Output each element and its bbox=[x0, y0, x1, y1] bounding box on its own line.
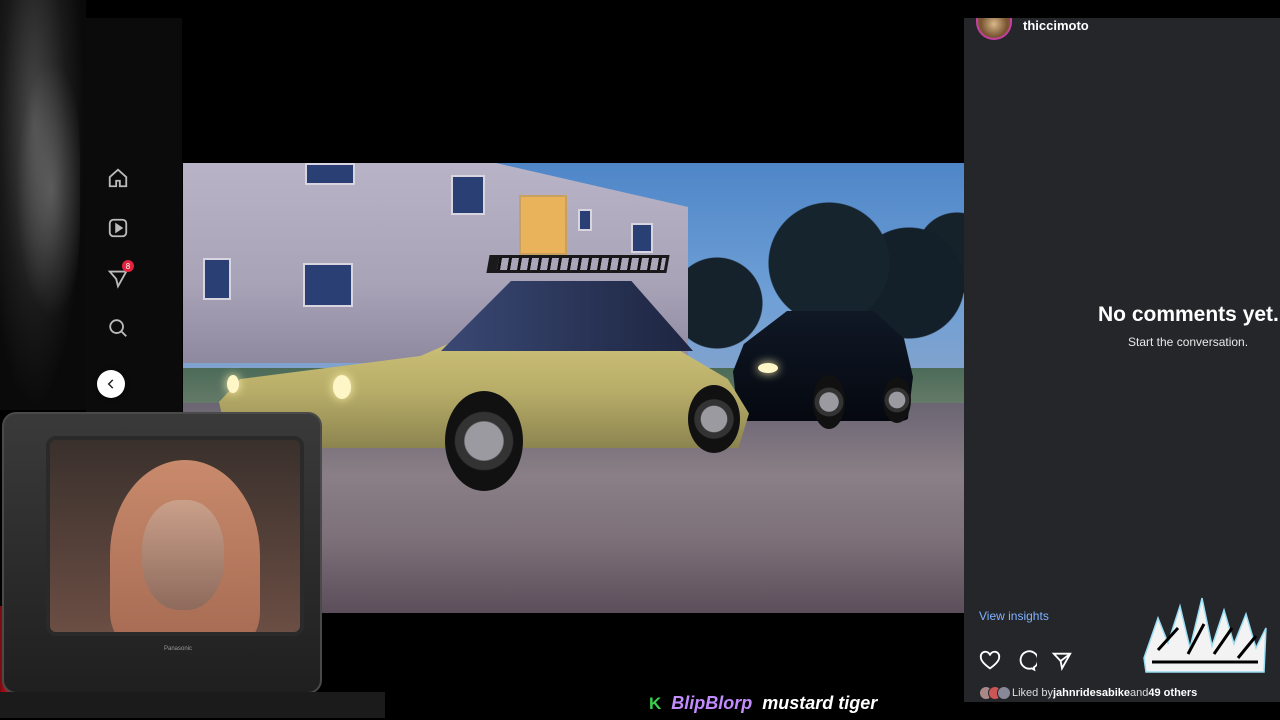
tv-brand: Panasonic bbox=[164, 646, 193, 652]
webcam-face bbox=[142, 500, 224, 610]
comment-icon bbox=[1019, 650, 1039, 672]
like-button[interactable] bbox=[979, 650, 1001, 672]
likes-summary[interactable]: Liked by jahnridesabike and 49 others bbox=[979, 686, 1197, 700]
photo-headlight bbox=[333, 375, 351, 399]
chevron-left-icon bbox=[107, 379, 114, 389]
liked-by-and: and bbox=[1130, 687, 1149, 699]
stream-logo bbox=[1138, 588, 1272, 688]
direct-icon[interactable]: 8 bbox=[106, 260, 134, 290]
photo-window bbox=[631, 223, 653, 253]
home-icon[interactable] bbox=[106, 166, 130, 190]
tv-base bbox=[0, 692, 385, 718]
photo-window bbox=[578, 209, 592, 231]
chat-message: K BlipBlorp mustard tiger bbox=[649, 693, 877, 714]
background-blur bbox=[0, 0, 86, 410]
photo-wheel bbox=[688, 385, 740, 453]
photo-window bbox=[305, 163, 355, 185]
comment-button[interactable] bbox=[1015, 650, 1039, 672]
avatar[interactable] bbox=[976, 18, 1012, 40]
empty-comments-title: No comments yet. bbox=[1098, 303, 1279, 326]
empty-comments-subtitle: Start the conversation. bbox=[1128, 335, 1249, 349]
view-insights-link[interactable]: View insights bbox=[979, 609, 1049, 623]
photo-roof-rack bbox=[486, 255, 670, 273]
search-icon[interactable] bbox=[106, 316, 130, 340]
chat-username: BlipBlorp bbox=[671, 693, 753, 713]
photo-wheel bbox=[445, 391, 523, 491]
photo-wheel bbox=[883, 377, 911, 423]
chat-text: mustard tiger bbox=[762, 693, 878, 713]
liker-avatars bbox=[979, 686, 1011, 700]
notification-badge: 8 bbox=[122, 260, 134, 272]
photo-window bbox=[451, 175, 485, 215]
chat-badge: K bbox=[649, 693, 662, 713]
liked-by-user[interactable]: jahnridesabike bbox=[1053, 687, 1130, 699]
post-username[interactable]: thiccimoto bbox=[1023, 18, 1089, 33]
photo-headlight bbox=[227, 375, 239, 393]
webcam-tv: Panasonic bbox=[2, 412, 322, 694]
photo-window bbox=[303, 263, 353, 307]
photo-headlight bbox=[758, 363, 778, 373]
reels-icon[interactable] bbox=[106, 216, 130, 240]
nav-rail: 8 bbox=[86, 18, 182, 412]
share-icon bbox=[1051, 652, 1072, 671]
liked-by-others[interactable]: 49 others bbox=[1148, 687, 1197, 699]
webcam-feed bbox=[46, 436, 304, 636]
liked-by-prefix: Liked by bbox=[1012, 687, 1053, 699]
heart-icon bbox=[979, 650, 1001, 670]
avatar bbox=[997, 686, 1011, 700]
photo-window bbox=[203, 258, 231, 300]
previous-post-button[interactable] bbox=[97, 370, 125, 398]
photo-lit-window bbox=[519, 195, 567, 255]
photo-wheel bbox=[813, 375, 845, 429]
share-button[interactable] bbox=[1051, 650, 1073, 672]
